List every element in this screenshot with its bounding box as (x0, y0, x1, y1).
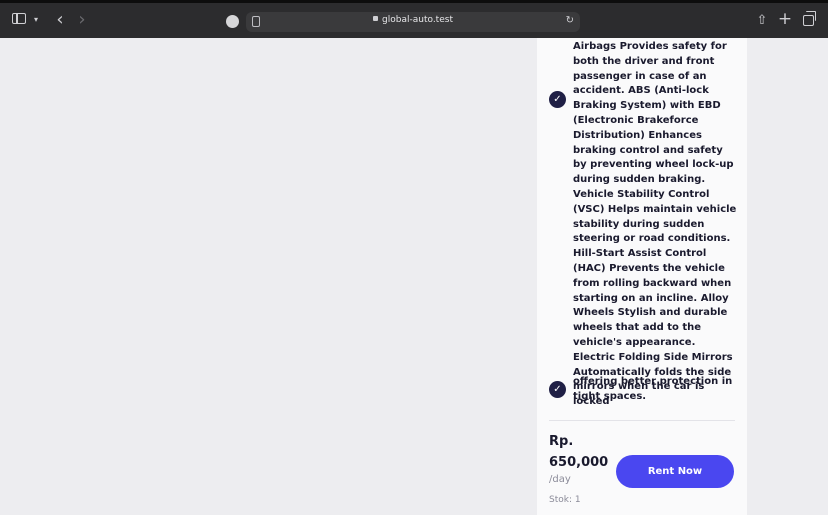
profile-icon[interactable] (226, 15, 239, 28)
tabs-icon[interactable] (803, 11, 816, 26)
price-value: 650,000 (549, 455, 609, 470)
price-prefix: Rp. (549, 434, 574, 449)
share-icon[interactable]: ⇧ (755, 12, 769, 28)
reload-icon[interactable]: ↻ (566, 15, 574, 26)
check-icon: ✓ (549, 91, 566, 108)
page-content: ✓ Airbags Provides safety for both the d… (0, 38, 828, 515)
rent-now-button[interactable]: Rent Now (616, 455, 734, 488)
forward-icon[interactable]: › (76, 9, 88, 30)
plus-icon[interactable]: + (778, 9, 792, 29)
feature-text: Airbags Provides safety for both the dri… (573, 41, 737, 408)
back-icon[interactable]: ‹ (54, 9, 66, 30)
lock-icon (373, 16, 379, 21)
check-icon: ✓ (549, 381, 566, 398)
url-text: global-auto.test (382, 15, 453, 25)
divider (549, 420, 735, 421)
address-bar[interactable]: global-auto.test ↻ (246, 12, 580, 32)
chevron-down-icon[interactable]: ▾ (32, 15, 40, 24)
rental-card: ✓ Airbags Provides safety for both the d… (537, 38, 747, 515)
browser-toolbar: ▾ ‹ › global-auto.test ↻ ⇧ + (0, 0, 828, 38)
stock-count: Stok: 1 (549, 495, 581, 505)
sidebar-icon[interactable] (12, 13, 26, 24)
feature-text: offering better protection in tight spac… (573, 376, 733, 402)
price-unit: /day (549, 474, 571, 485)
